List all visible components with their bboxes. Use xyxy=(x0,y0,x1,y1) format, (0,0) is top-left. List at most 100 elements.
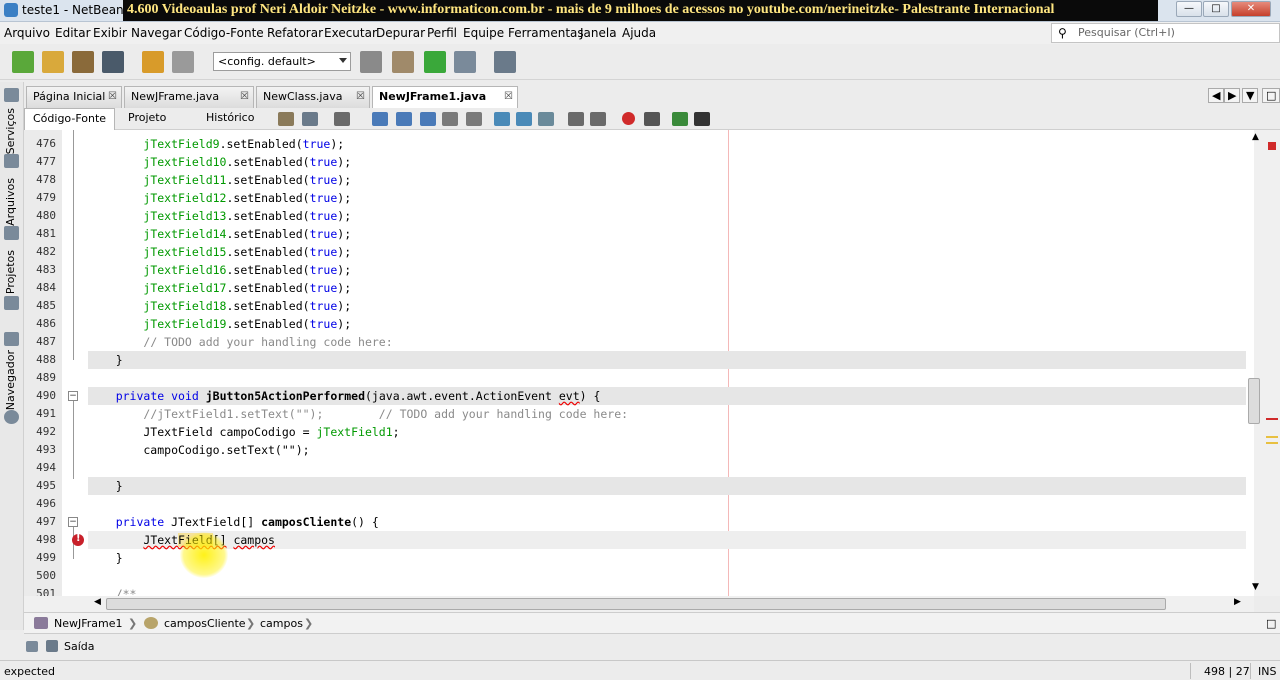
menu-exibir[interactable]: Exibir xyxy=(93,26,127,40)
previous-bookmark-icon[interactable] xyxy=(494,112,510,126)
error-stripe-top[interactable] xyxy=(1268,142,1276,150)
toggle-highlight-icon[interactable] xyxy=(442,112,458,126)
minimize-button[interactable]: — xyxy=(1176,1,1202,17)
code-line[interactable]: jTextField16.setEnabled(true); xyxy=(88,261,1246,279)
scroll-down-icon[interactable]: ▼ xyxy=(1252,582,1259,592)
find-icon[interactable] xyxy=(372,112,388,126)
code-line[interactable]: //jTextField1.setText(""); // TODO add y… xyxy=(88,405,1246,423)
breadcrumb-variable[interactable]: campos xyxy=(260,617,303,630)
output-window-icon[interactable] xyxy=(26,641,38,652)
close-tab-icon[interactable]: ☒ xyxy=(504,91,513,102)
warning-stripe-mark[interactable] xyxy=(1266,442,1278,444)
subtab-codigo-fonte[interactable]: Código-Fonte xyxy=(24,108,116,130)
side-tab-servicos[interactable]: Serviços xyxy=(4,108,17,154)
code-line[interactable]: /** xyxy=(88,585,1246,596)
menu-perfil[interactable]: Perfil xyxy=(427,26,457,40)
tab-newjframe[interactable]: NewJFrame.java ☒ xyxy=(124,86,254,108)
build-icon[interactable] xyxy=(360,51,382,73)
debug-icon[interactable] xyxy=(454,51,476,73)
fold-toggle-icon[interactable]: − xyxy=(68,517,78,527)
menu-navegar[interactable]: Navegar xyxy=(131,26,182,40)
scroll-tabs-left-icon[interactable]: ◀ xyxy=(1208,88,1225,103)
new-project-icon[interactable] xyxy=(42,51,64,73)
close-tab-icon[interactable]: ☒ xyxy=(108,91,117,102)
vertical-scrollbar[interactable]: ▲ ▼ xyxy=(1252,130,1280,596)
close-tab-icon[interactable]: ☒ xyxy=(240,91,249,102)
comment-icon[interactable] xyxy=(672,112,688,126)
code-line[interactable] xyxy=(88,369,1246,387)
menu-ajuda[interactable]: Ajuda xyxy=(622,26,656,40)
profile-icon[interactable] xyxy=(494,51,516,73)
code-line[interactable]: jTextField15.setEnabled(true); xyxy=(88,243,1246,261)
maximize-panel-icon[interactable]: □ xyxy=(1266,617,1276,630)
open-project-icon[interactable] xyxy=(72,51,94,73)
panel-icon[interactable] xyxy=(4,88,19,102)
code-line[interactable]: jTextField17.setEnabled(true); xyxy=(88,279,1246,297)
menu-refatorar[interactable]: Refatorar xyxy=(267,26,323,40)
close-tab-icon[interactable]: ☒ xyxy=(356,91,365,102)
side-tab-arquivos[interactable]: Arquivos xyxy=(4,178,17,226)
last-edit-icon[interactable] xyxy=(278,112,294,126)
menu-ferramentas[interactable]: Ferramentas xyxy=(508,26,584,40)
code-line[interactable]: campoCodigo.setText(""); xyxy=(88,441,1246,459)
menu-codigo-fonte[interactable]: Código-Fonte xyxy=(184,26,264,40)
toggle-rect-select-icon[interactable] xyxy=(466,112,482,126)
side-tab-projetos[interactable]: Projetos xyxy=(4,250,17,294)
menu-executar[interactable]: Executar xyxy=(324,26,377,40)
forward-icon[interactable] xyxy=(334,112,350,126)
undo-icon[interactable] xyxy=(142,51,164,73)
code-line[interactable]: private JTextField[] camposCliente() { xyxy=(88,513,1246,531)
panel-icon[interactable] xyxy=(4,332,19,346)
code-line[interactable] xyxy=(88,459,1246,477)
breadcrumb-class[interactable]: NewJFrame1 xyxy=(54,617,123,630)
code-line[interactable]: jTextField11.setEnabled(true); xyxy=(88,171,1246,189)
stop-macro-icon[interactable] xyxy=(644,112,660,126)
save-all-icon[interactable] xyxy=(102,51,124,73)
next-bookmark-icon[interactable] xyxy=(516,112,532,126)
maximize-button[interactable]: □ xyxy=(1203,1,1229,17)
code-line[interactable]: jTextField10.setEnabled(true); xyxy=(88,153,1246,171)
tab-pagina-inicial[interactable]: Página Inicial ☒ xyxy=(26,86,122,108)
horizontal-scroll-thumb[interactable] xyxy=(106,598,1166,610)
code-line[interactable]: jTextField18.setEnabled(true); xyxy=(88,297,1246,315)
clean-build-icon[interactable] xyxy=(392,51,414,73)
code-line[interactable]: private void jButton5ActionPerformed(jav… xyxy=(88,387,1246,405)
menu-arquivo[interactable]: Arquivo xyxy=(4,26,50,40)
uncomment-icon[interactable] xyxy=(694,112,710,126)
code-line[interactable]: jTextField13.setEnabled(true); xyxy=(88,207,1246,225)
code-line[interactable]: JTextField campoCodigo = jTextField1; xyxy=(88,423,1246,441)
scroll-tabs-right-icon[interactable]: ▶ xyxy=(1224,88,1241,103)
find-previous-icon[interactable] xyxy=(396,112,412,126)
code-editor[interactable]: − − jTextField9.setEnabled(true); jTextF… xyxy=(24,130,1254,596)
toggle-bookmark-icon[interactable] xyxy=(538,112,554,126)
search-input[interactable]: ⚲ Pesquisar (Ctrl+I) xyxy=(1051,23,1280,43)
output-tab[interactable]: Saída xyxy=(64,640,95,653)
run-icon[interactable] xyxy=(424,51,446,73)
scroll-right-icon[interactable]: ▶ xyxy=(1234,597,1241,607)
code-line[interactable]: jTextField9.setEnabled(true); xyxy=(88,135,1246,153)
code-line[interactable]: jTextField14.setEnabled(true); xyxy=(88,225,1246,243)
code-line[interactable]: JTextField[] campos xyxy=(88,531,1246,549)
maximize-editor-icon[interactable]: □ xyxy=(1262,88,1280,103)
shift-right-icon[interactable] xyxy=(590,112,606,126)
start-macro-icon[interactable] xyxy=(622,112,635,125)
find-next-icon[interactable] xyxy=(420,112,436,126)
code-line[interactable]: // TODO add your handling code here: xyxy=(88,333,1246,351)
code-line[interactable]: } xyxy=(88,549,1246,567)
scroll-left-icon[interactable]: ◀ xyxy=(94,597,101,607)
menu-depurar[interactable]: Depurar xyxy=(376,26,425,40)
tab-newclass[interactable]: NewClass.java ☒ xyxy=(256,86,370,108)
tab-list-icon[interactable]: ▼ xyxy=(1242,88,1259,103)
config-select[interactable]: <config. default> xyxy=(213,52,351,71)
warning-stripe-mark[interactable] xyxy=(1266,436,1278,438)
side-tab-navegador[interactable]: Navegador xyxy=(4,350,17,410)
code-line[interactable] xyxy=(88,495,1246,513)
menu-janela[interactable]: Janela xyxy=(580,26,617,40)
code-line[interactable] xyxy=(88,567,1246,585)
subtab-historico[interactable]: Histórico xyxy=(198,108,262,130)
menu-equipe[interactable]: Equipe xyxy=(463,26,504,40)
breadcrumb-method[interactable]: camposCliente xyxy=(164,617,246,630)
redo-icon[interactable] xyxy=(172,51,194,73)
menu-editar[interactable]: Editar xyxy=(55,26,91,40)
error-icon[interactable] xyxy=(72,533,84,546)
